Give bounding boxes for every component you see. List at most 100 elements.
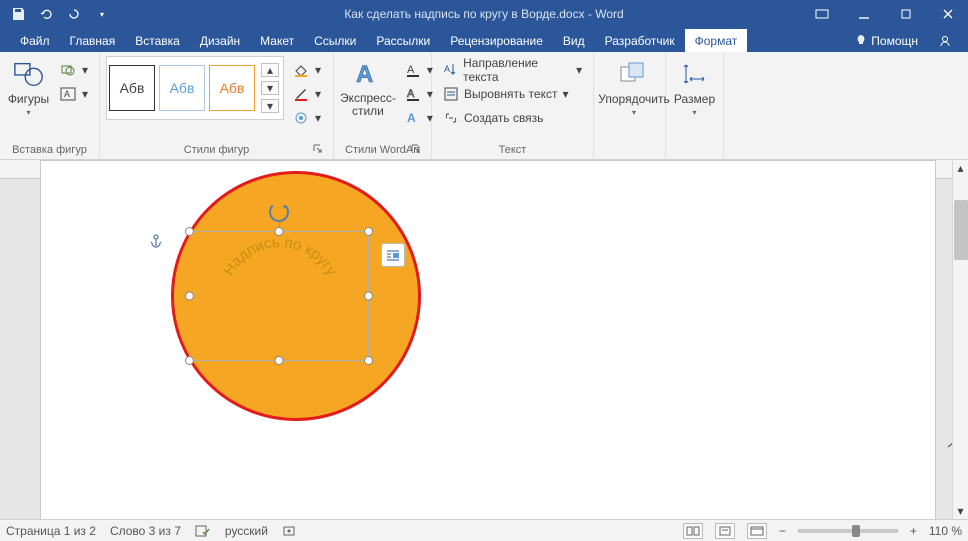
size-icon xyxy=(682,61,708,87)
share-button[interactable] xyxy=(930,30,960,52)
group-wordart-styles-label: Стили WordArt xyxy=(340,142,425,159)
tab-review[interactable]: Рецензирование xyxy=(440,29,553,52)
quick-styles-label: Экспресс- стили xyxy=(340,92,396,118)
resize-handle-ne[interactable] xyxy=(364,227,373,236)
quick-styles-button[interactable]: A Экспресс- стили xyxy=(340,56,396,120)
tab-file[interactable]: Файл xyxy=(10,29,60,52)
zoom-slider[interactable] xyxy=(798,529,898,533)
group-wordart-styles: A Экспресс- стили A ▾ A ▾ A ▾ Ст xyxy=(334,52,432,159)
save-button[interactable] xyxy=(6,3,30,25)
shape-outline-button[interactable]: ▾ xyxy=(288,84,326,104)
status-word-count[interactable]: Слово 3 из 7 xyxy=(110,524,181,538)
group-text-label: Текст xyxy=(438,142,587,159)
ribbon-display-options[interactable] xyxy=(802,0,842,28)
scroll-thumb[interactable] xyxy=(954,200,968,260)
rotate-handle[interactable] xyxy=(269,202,289,222)
group-size: Размер ▾ xyxy=(666,52,724,159)
zoom-in-button[interactable]: + xyxy=(910,524,917,538)
text-outline-icon: A xyxy=(405,86,421,102)
tab-mailings[interactable]: Рассылки xyxy=(366,29,440,52)
tab-home[interactable]: Главная xyxy=(60,29,126,52)
shape-style-gallery[interactable]: Абв Абв Абв ▴ ▾ ▾ xyxy=(106,56,284,120)
tell-me-label: Помощн xyxy=(871,34,918,48)
minimize-button[interactable] xyxy=(844,0,884,28)
resize-handle-w[interactable] xyxy=(185,292,194,301)
redo-button[interactable] xyxy=(62,3,86,25)
scroll-up-button[interactable]: ▴ xyxy=(953,160,968,176)
minimize-icon xyxy=(858,8,870,20)
view-web-layout[interactable] xyxy=(747,523,767,539)
undo-icon xyxy=(39,7,53,21)
shapes-gallery-button[interactable]: Фигуры ▾ xyxy=(6,56,51,119)
scroll-down-button[interactable]: ▾ xyxy=(953,503,968,519)
ribbon-body: Фигуры ▾ ▾ A ▾ Вставка фигур Абв Абв Аб xyxy=(0,52,968,160)
group-text: A Направление текста ▾ Выровнять текст ▾… xyxy=(432,52,594,159)
shape-fill-button[interactable]: ▾ xyxy=(288,60,326,80)
zoom-out-button[interactable]: − xyxy=(779,524,786,538)
arrange-button[interactable]: Упорядочить ▾ xyxy=(600,56,668,119)
shape-effects-button[interactable]: ▾ xyxy=(288,108,326,128)
size-button[interactable]: Размер ▾ xyxy=(672,56,717,119)
status-page[interactable]: Страница 1 из 2 xyxy=(6,524,96,538)
group-arrange: Упорядочить ▾ xyxy=(594,52,666,159)
view-print-layout[interactable] xyxy=(715,523,735,539)
document-workspace: Надпись по кругу ▴ ▾ xyxy=(0,160,968,519)
redo-icon xyxy=(67,7,81,21)
align-text-button[interactable]: Выровнять текст ▾ xyxy=(438,84,587,104)
group-shape-styles: Абв Абв Абв ▴ ▾ ▾ ▾ ▾ xyxy=(100,52,334,159)
zoom-level[interactable]: 110 % xyxy=(929,524,962,538)
tab-view[interactable]: Вид xyxy=(553,29,595,52)
tell-me-button[interactable]: Помощн xyxy=(847,30,926,52)
resize-handle-nw[interactable] xyxy=(185,227,194,236)
print-layout-icon xyxy=(718,526,732,536)
layout-options-button[interactable] xyxy=(381,243,405,267)
text-direction-button[interactable]: A Направление текста ▾ xyxy=(438,60,587,80)
size-label: Размер xyxy=(674,92,715,106)
status-language[interactable]: русский xyxy=(225,524,268,538)
dialog-launcher-icon xyxy=(411,144,421,154)
wordart-styles-dialog-launcher[interactable] xyxy=(409,142,423,156)
create-link-button[interactable]: Создать связь xyxy=(438,108,587,128)
resize-handle-n[interactable] xyxy=(275,227,284,236)
status-macro[interactable] xyxy=(282,524,296,538)
shapes-icon xyxy=(13,59,45,89)
tab-layout[interactable]: Макет xyxy=(250,29,304,52)
save-icon xyxy=(11,7,25,21)
shapes-label: Фигуры xyxy=(8,92,49,106)
gallery-more[interactable]: ▾ xyxy=(261,99,279,113)
status-spellcheck[interactable] xyxy=(195,524,211,538)
resize-handle-sw[interactable] xyxy=(185,356,194,365)
vertical-scrollbar[interactable]: ▴ ▾ xyxy=(952,160,968,519)
gallery-scroll-down[interactable]: ▾ xyxy=(261,81,279,95)
resize-handle-s[interactable] xyxy=(275,356,284,365)
resize-handle-e[interactable] xyxy=(364,292,373,301)
maximize-icon xyxy=(900,8,912,20)
view-read-mode[interactable] xyxy=(683,523,703,539)
text-box-frame[interactable]: Надпись по кругу xyxy=(189,231,369,361)
tab-insert[interactable]: Вставка xyxy=(125,29,190,52)
svg-text:A: A xyxy=(444,64,450,74)
text-fill-icon: A xyxy=(405,62,421,78)
window-titlebar: ▾ Как сделать надпись по кругу в Ворде.d… xyxy=(0,0,968,28)
undo-button[interactable] xyxy=(34,3,58,25)
align-text-icon xyxy=(443,86,459,102)
document-page[interactable]: Надпись по кругу xyxy=(40,160,936,519)
tab-design[interactable]: Дизайн xyxy=(190,29,250,52)
style-thumb-3[interactable]: Абв xyxy=(209,65,255,111)
style-thumb-1[interactable]: Абв xyxy=(109,65,155,111)
text-direction-icon: A xyxy=(443,62,459,78)
tab-references[interactable]: Ссылки xyxy=(304,29,366,52)
gallery-scroll-up[interactable]: ▴ xyxy=(261,63,279,77)
edit-shape-button[interactable]: ▾ xyxy=(55,60,93,80)
macro-icon xyxy=(282,524,296,538)
shape-styles-dialog-launcher[interactable] xyxy=(311,142,325,156)
style-thumb-2[interactable]: Абв xyxy=(159,65,205,111)
draw-text-box-button[interactable]: A ▾ xyxy=(55,84,93,104)
qat-dropdown[interactable]: ▾ xyxy=(90,3,114,25)
close-button[interactable] xyxy=(928,0,968,28)
maximize-button[interactable] xyxy=(886,0,926,28)
tab-developer[interactable]: Разработчик xyxy=(595,29,685,52)
group-arrange-label xyxy=(600,154,659,159)
resize-handle-se[interactable] xyxy=(364,356,373,365)
tab-format[interactable]: Формат xyxy=(685,29,748,52)
